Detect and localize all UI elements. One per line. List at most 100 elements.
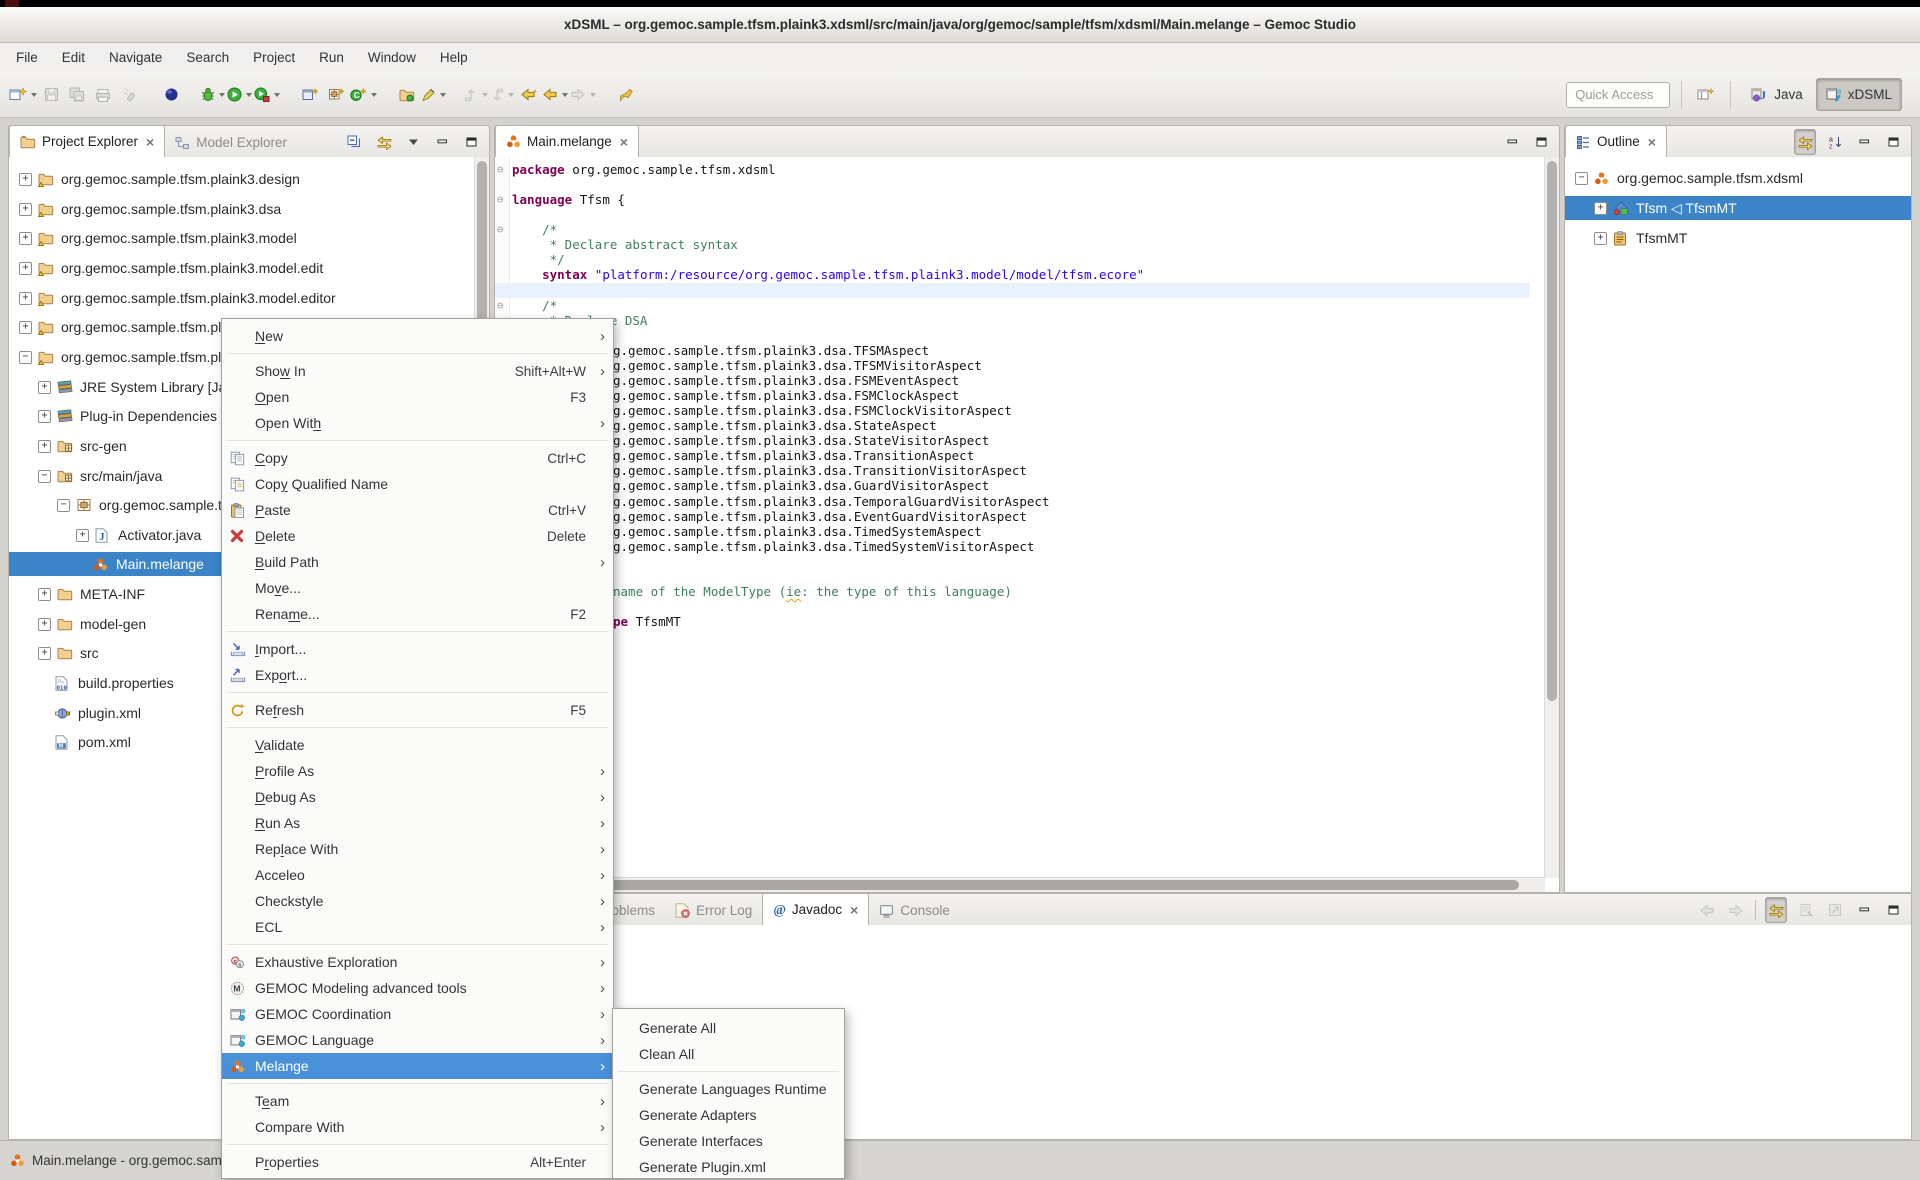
java-sphere-button[interactable] — [159, 80, 183, 110]
menu-item-gemoc-language[interactable]: GEMOC Language› — [222, 1027, 613, 1053]
menu-item-run-as[interactable]: Run As› — [222, 810, 613, 836]
menu-item-copy[interactable]: CopyCtrl+C — [222, 445, 613, 471]
sort-az-button[interactable]: az — [1825, 130, 1845, 154]
tree-item-tfsmmt[interactable]: +TfsmMT — [1565, 226, 1911, 250]
minimize-button[interactable] — [432, 130, 452, 154]
expand-toggle[interactable]: + — [19, 203, 32, 216]
editor-vertical-scrollbar[interactable] — [1544, 157, 1559, 878]
scrollbar-thumb[interactable] — [499, 880, 1519, 890]
expand-toggle[interactable]: + — [76, 529, 89, 542]
tree-item-org-gemoc-sample-tfsm-plaink3-model-edit[interactable]: +org.gemoc.sample.tfsm.plaink3.model.edi… — [9, 256, 489, 280]
new-package-button[interactable] — [324, 80, 348, 110]
menu-item-show-in[interactable]: Show InShift+Alt+W› — [222, 358, 613, 384]
tree-item-org-gemoc-sample-tfsm-xdsml[interactable]: −org.gemoc.sample.tfsm.xdsml — [1565, 166, 1911, 190]
bottom-panel-tab-error-log[interactable]: Error Log — [665, 895, 762, 926]
menu-item-clean-all[interactable]: Clean All — [613, 1041, 844, 1067]
perspective-button-java[interactable]: JJava — [1742, 79, 1812, 110]
link-with-editor-button[interactable] — [1794, 129, 1816, 155]
back-button[interactable] — [542, 80, 568, 110]
last-edit-location-button[interactable] — [516, 80, 540, 110]
menu-item-generate-languages-runtime[interactable]: Generate Languages Runtime — [613, 1076, 844, 1102]
dropdown-chevron-icon[interactable] — [482, 93, 488, 97]
menu-item-profile-as[interactable]: Profile As› — [222, 758, 613, 784]
editor-horizontal-scrollbar[interactable] — [495, 877, 1545, 892]
menu-item-import[interactable]: Import... — [222, 636, 613, 662]
dropdown-chevron-icon[interactable] — [31, 93, 37, 97]
menubar-item-window[interactable]: Window — [356, 43, 428, 72]
menu-item-gemoc-modeling-advanced-tools[interactable]: MGEMOC Modeling advanced tools› — [222, 975, 613, 1001]
menu-item-move[interactable]: Move... — [222, 575, 613, 601]
close-icon[interactable]: × — [1648, 135, 1656, 149]
dropdown-chevron-icon[interactable] — [371, 93, 377, 97]
fold-collapse-icon[interactable]: ⊖ — [497, 192, 509, 207]
menu-item-new[interactable]: New› — [222, 323, 613, 349]
expand-toggle[interactable]: + — [1594, 202, 1607, 215]
menu-item-melange[interactable]: Melange› — [222, 1053, 613, 1079]
collapse-toggle[interactable]: − — [1575, 172, 1588, 185]
maximize-button[interactable] — [1883, 130, 1903, 154]
menu-item-generate-adapters[interactable]: Generate Adapters — [613, 1102, 844, 1128]
menu-item-open-with[interactable]: Open With› — [222, 410, 613, 436]
minimize-button[interactable] — [1502, 130, 1522, 154]
external-tools-button[interactable] — [254, 80, 280, 110]
menubar-item-run[interactable]: Run — [307, 43, 356, 72]
tree-item-org-gemoc-sample-tfsm-plaink3-design[interactable]: +org.gemoc.sample.tfsm.plaink3.design — [9, 167, 489, 191]
menu-item-generate-interfaces[interactable]: Generate Interfaces — [613, 1128, 844, 1154]
fold-collapse-icon[interactable]: ⊖ — [497, 298, 509, 313]
menu-item-checkstyle[interactable]: Checkstyle› — [222, 888, 613, 914]
maximize-button[interactable] — [1883, 898, 1903, 922]
expand-toggle[interactable]: + — [38, 410, 51, 423]
perspective-button-xdsml[interactable]: xDSML — [1816, 78, 1902, 111]
project-explorer-tab-model-explorer[interactable]: Model Explorer — [165, 127, 297, 158]
menubar-item-project[interactable]: Project — [241, 43, 307, 72]
menu-item-build-path[interactable]: Build Path› — [222, 549, 613, 575]
menu-item-acceleo[interactable]: Acceleo› — [222, 862, 613, 888]
new-java-project-button[interactable] — [298, 80, 322, 110]
menu-item-ecl[interactable]: ECL› — [222, 914, 613, 940]
expand-toggle[interactable]: + — [19, 262, 32, 275]
menubar-item-file[interactable]: File — [4, 43, 50, 72]
collapse-all-button[interactable] — [345, 130, 365, 154]
dropdown-chevron-icon[interactable] — [246, 93, 252, 97]
expand-toggle[interactable]: + — [19, 232, 32, 245]
quick-access-input[interactable] — [1566, 82, 1670, 108]
menu-item-gemoc-coordination[interactable]: GEMOC Coordination› — [222, 1001, 613, 1027]
dropdown-chevron-icon[interactable] — [219, 93, 225, 97]
editor-code-area[interactable]: ⊖package org.gemoc.sample.tfsm.xdsml⊖lan… — [495, 157, 1545, 878]
open-type-button[interactable] — [395, 80, 419, 110]
open-perspective-button[interactable] — [1694, 80, 1718, 110]
menu-item-export[interactable]: Export... — [222, 662, 613, 688]
tree-item-org-gemoc-sample-tfsm-plaink3-model[interactable]: +org.gemoc.sample.tfsm.plaink3.model — [9, 226, 489, 250]
menu-item-copy-qualified-name[interactable]: Copy Qualified Name — [222, 471, 613, 497]
expand-toggle[interactable]: + — [38, 588, 51, 601]
menu-item-debug-as[interactable]: Debug As› — [222, 784, 613, 810]
menubar-item-search[interactable]: Search — [174, 43, 241, 72]
menu-item-generate-all[interactable]: Generate All — [613, 1015, 844, 1041]
menu-item-refresh[interactable]: RefreshF5 — [222, 697, 613, 723]
collapse-toggle[interactable]: − — [19, 351, 32, 364]
close-icon[interactable]: × — [620, 135, 628, 149]
menu-item-delete[interactable]: DeleteDelete — [222, 523, 613, 549]
dropdown-chevron-icon[interactable] — [590, 93, 596, 97]
dropdown-chevron-icon[interactable] — [440, 93, 446, 97]
mark-occurrences-button[interactable] — [421, 80, 446, 110]
collapse-toggle[interactable]: − — [57, 499, 70, 512]
bottom-panel-tab-javadoc[interactable]: @Javadoc× — [762, 893, 869, 926]
menu-item-generate-plugin-xml[interactable]: Generate Plugin.xml — [613, 1154, 844, 1179]
highlighter-button[interactable] — [614, 80, 638, 110]
menu-item-rename[interactable]: Rename...F2 — [222, 601, 613, 627]
menu-item-open[interactable]: OpenF3 — [222, 384, 613, 410]
menu-item-compare-with[interactable]: Compare With› — [222, 1114, 613, 1140]
tree-item-org-gemoc-sample-tfsm-plaink3-model-editor[interactable]: +org.gemoc.sample.tfsm.plaink3.model.edi… — [9, 286, 489, 310]
menubar-item-edit[interactable]: Edit — [50, 43, 97, 72]
minimize-button[interactable] — [1854, 130, 1874, 154]
minimize-button[interactable] — [1854, 898, 1874, 922]
project-explorer-tab-project-explorer[interactable]: Project Explorer× — [9, 125, 165, 158]
editor-content[interactable]: ⊖package org.gemoc.sample.tfsm.xdsml⊖lan… — [494, 157, 1560, 893]
dropdown-chevron-icon[interactable] — [508, 93, 514, 97]
bottom-panel-tab-console[interactable]: Console — [869, 895, 960, 926]
debug-button[interactable] — [201, 80, 225, 110]
tree-item-org-gemoc-sample-tfsm-plaink3-dsa[interactable]: +org.gemoc.sample.tfsm.plaink3.dsa — [9, 197, 489, 221]
view-menu-button[interactable] — [403, 130, 423, 154]
close-icon[interactable]: × — [850, 903, 858, 917]
